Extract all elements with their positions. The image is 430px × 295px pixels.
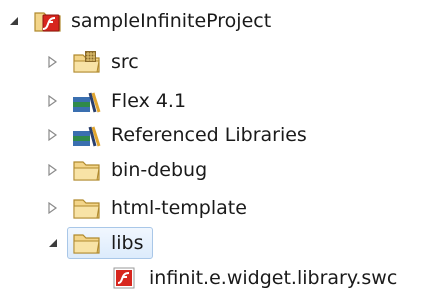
folder-icon xyxy=(73,161,100,181)
expanded-arrow-icon[interactable] xyxy=(45,235,61,251)
tree-label-bin-debug: bin-debug xyxy=(111,159,208,181)
source-folder-icon xyxy=(73,51,100,73)
collapsed-arrow-icon[interactable] xyxy=(45,162,61,178)
collapsed-arrow-icon[interactable] xyxy=(45,200,61,216)
tree-label-src: src xyxy=(111,51,139,73)
tree-label-swc-file: infinit.e.widget.library.swc xyxy=(149,267,398,289)
flex-project-icon xyxy=(34,12,61,32)
project-explorer-tree: sampleInfiniteProject src Flex 4.1 Refer… xyxy=(0,0,430,291)
tree-label-flex-sdk: Flex 4.1 xyxy=(111,90,187,112)
collapsed-arrow-icon[interactable] xyxy=(45,127,61,143)
tree-row-referenced-libraries[interactable]: Referenced Libraries xyxy=(0,118,430,152)
tree-label-project: sampleInfiniteProject xyxy=(71,10,272,32)
tree-label-libs: libs xyxy=(111,232,144,254)
collapsed-arrow-icon[interactable] xyxy=(45,54,61,70)
folder-icon xyxy=(73,234,100,254)
tree-row-libs[interactable]: libs xyxy=(0,226,430,260)
collapsed-arrow-icon[interactable] xyxy=(45,93,61,109)
tree-row-swc-file[interactable]: infinit.e.widget.library.swc xyxy=(0,261,430,295)
tree-row-html-template[interactable]: html-template xyxy=(0,191,430,225)
library-container-icon xyxy=(73,92,101,113)
tree-label-html-template: html-template xyxy=(111,197,247,219)
folder-icon xyxy=(73,199,100,219)
tree-row-project[interactable]: sampleInfiniteProject xyxy=(0,4,430,38)
tree-label-referenced-libraries: Referenced Libraries xyxy=(111,124,307,146)
library-container-icon xyxy=(73,126,101,147)
tree-row-bin-debug[interactable]: bin-debug xyxy=(0,153,430,187)
tree-row-flex-sdk[interactable]: Flex 4.1 xyxy=(0,84,430,118)
tree-row-src[interactable]: src xyxy=(0,45,430,79)
expanded-arrow-icon[interactable] xyxy=(6,13,22,29)
swc-file-icon xyxy=(113,267,135,289)
